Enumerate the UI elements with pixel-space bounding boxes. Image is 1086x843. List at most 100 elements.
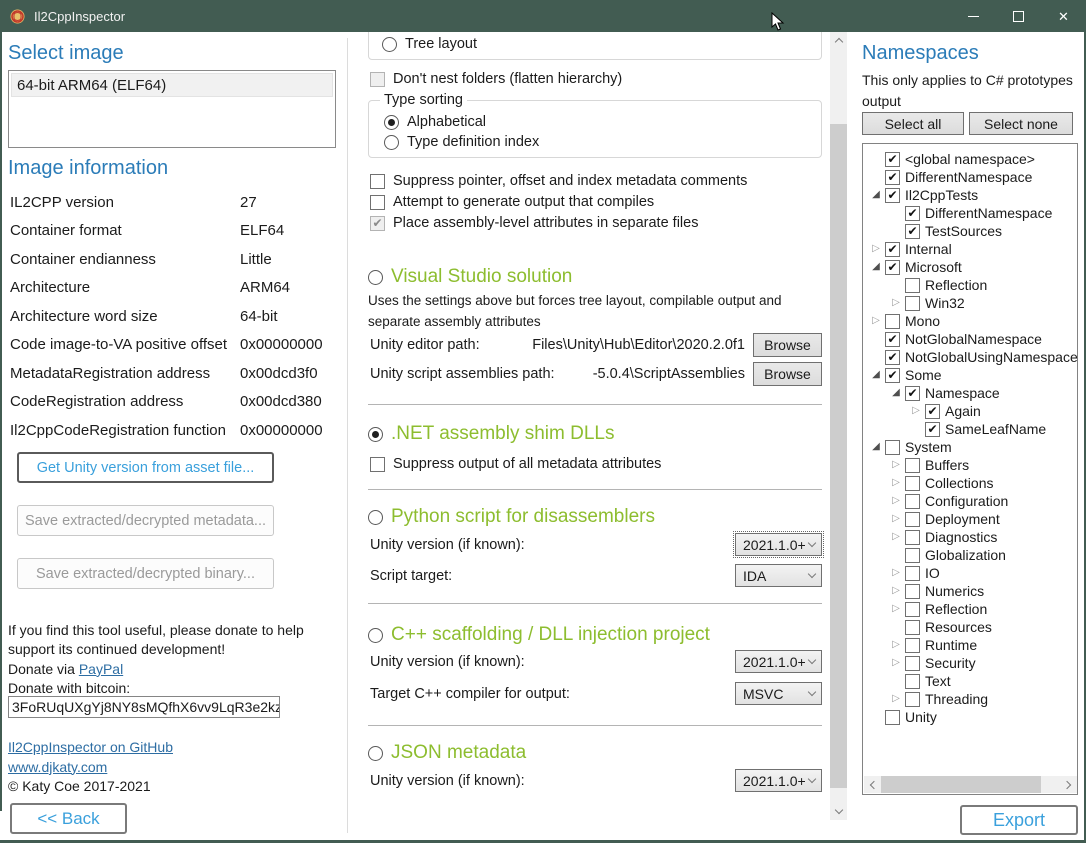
scroll-down-button[interactable] [830, 803, 847, 820]
expander-collapsed-icon[interactable]: ▷ [887, 298, 905, 308]
tree-item[interactable]: ▷Security [863, 654, 1077, 672]
suppress-comments-option[interactable]: Suppress pointer, offset and index metad… [370, 173, 747, 189]
tree-checkbox[interactable] [905, 566, 920, 581]
tree-item[interactable]: ◢✔Il2CppTests [863, 186, 1077, 204]
close-button[interactable]: ✕ [1041, 0, 1086, 32]
tree-checkbox[interactable] [905, 620, 920, 635]
scrollbar-thumb[interactable] [881, 776, 1041, 793]
tree-item[interactable]: Unity [863, 708, 1077, 726]
browse-assemblies-path-button[interactable]: Browse [753, 362, 822, 386]
tree-checkbox[interactable]: ✔ [925, 422, 940, 437]
paypal-link[interactable]: PayPal [79, 661, 123, 677]
dotnet-option[interactable]: .NET assembly shim DLLs [368, 423, 615, 445]
minimize-button[interactable] [951, 0, 996, 32]
tree-item[interactable]: ✔DifferentNamespace [863, 204, 1077, 222]
middle-scrollbar[interactable] [830, 32, 847, 820]
tree-item[interactable]: ▷Reflection [863, 600, 1077, 618]
expander-collapsed-icon[interactable]: ▷ [887, 496, 905, 506]
tree-item[interactable]: ▷Buffers [863, 456, 1077, 474]
json-radio[interactable] [368, 746, 383, 761]
expander-collapsed-icon[interactable]: ▷ [887, 694, 905, 704]
github-link[interactable]: Il2CppInspector on GitHub [8, 739, 173, 755]
tree-item[interactable]: ▷Win32 [863, 294, 1077, 312]
tree-item[interactable]: ▷Collections [863, 474, 1077, 492]
bitcoin-address-input[interactable]: 3FoRUqUXgYj8NY8sMQfhX6vv9LqR3e2kzz [8, 696, 280, 718]
tree-layout-radio[interactable] [382, 37, 397, 52]
select-all-button[interactable]: Select all [862, 112, 964, 135]
tree-checkbox[interactable] [905, 476, 920, 491]
website-link[interactable]: www.djkaty.com [8, 759, 107, 775]
maximize-button[interactable] [996, 0, 1041, 32]
tree-item[interactable]: ✔SameLeafName [863, 420, 1077, 438]
tree-checkbox[interactable] [905, 530, 920, 545]
tree-item[interactable]: ✔<global namespace> [863, 150, 1077, 168]
tree-item[interactable]: ✔TestSources [863, 222, 1077, 240]
tree-checkbox[interactable] [905, 494, 920, 509]
scrollbar-thumb[interactable] [830, 124, 847, 788]
tree-item[interactable]: ▷Runtime [863, 636, 1077, 654]
tree-item[interactable]: ▷Diagnostics [863, 528, 1077, 546]
tree-checkbox[interactable]: ✔ [885, 170, 900, 185]
expander-collapsed-icon[interactable]: ▷ [887, 460, 905, 470]
tree-item[interactable]: ▷IO [863, 564, 1077, 582]
tree-checkbox[interactable] [905, 602, 920, 617]
sort-typedef-radio[interactable] [384, 135, 399, 150]
browse-editor-path-button[interactable]: Browse [753, 333, 822, 357]
expander-expanded-icon[interactable]: ◢ [867, 370, 885, 380]
expander-collapsed-icon[interactable]: ▷ [867, 316, 885, 326]
unity-editor-path-value[interactable]: Files\Unity\Hub\Editor\2020.2.0f1 [488, 337, 745, 353]
tree-item[interactable]: ▷Threading [863, 690, 1077, 708]
expander-collapsed-icon[interactable]: ▷ [887, 532, 905, 542]
scroll-up-button[interactable] [830, 32, 847, 49]
cpp-unity-version-select[interactable]: 2021.1.0+ [735, 650, 822, 673]
sort-alphabetical-radio[interactable] [384, 115, 399, 130]
compiles-checkbox[interactable] [370, 195, 385, 210]
tree-checkbox[interactable] [905, 278, 920, 293]
compiles-option[interactable]: Attempt to generate output that compiles [370, 194, 654, 210]
tree-item[interactable]: ▷Numerics [863, 582, 1077, 600]
expander-collapsed-icon[interactable]: ▷ [887, 604, 905, 614]
python-unity-version-select[interactable]: 2021.1.0+ [735, 533, 822, 556]
tree-item[interactable]: Text [863, 672, 1077, 690]
expander-collapsed-icon[interactable]: ▷ [887, 568, 905, 578]
sort-typedef-option[interactable]: Type definition index [384, 134, 539, 150]
get-unity-version-button[interactable]: Get Unity version from asset file... [17, 452, 274, 483]
tree-item[interactable]: ▷Mono [863, 312, 1077, 330]
tree-checkbox[interactable]: ✔ [885, 152, 900, 167]
expander-collapsed-icon[interactable]: ▷ [887, 658, 905, 668]
tree-checkbox[interactable] [905, 458, 920, 473]
tree-checkbox[interactable] [905, 692, 920, 707]
expander-collapsed-icon[interactable]: ▷ [887, 478, 905, 488]
cpp-option[interactable]: C++ scaffolding / DLL injection project [368, 624, 710, 646]
tree-item[interactable]: ▷Configuration [863, 492, 1077, 510]
tree-checkbox[interactable] [905, 656, 920, 671]
expander-collapsed-icon[interactable]: ▷ [887, 640, 905, 650]
suppress-attributes-checkbox[interactable] [370, 457, 385, 472]
tree-item[interactable]: ✔DifferentNamespace [863, 168, 1077, 186]
tree-checkbox[interactable]: ✔ [885, 242, 900, 257]
python-option[interactable]: Python script for disassemblers [368, 506, 655, 528]
scroll-left-button[interactable] [864, 776, 881, 793]
tree-checkbox[interactable] [905, 584, 920, 599]
cpp-compiler-select[interactable]: MSVC [735, 682, 822, 705]
image-list-item[interactable]: 64-bit ARM64 (ELF64) [11, 73, 333, 97]
python-script-target-select[interactable]: IDA [735, 564, 822, 587]
suppress-attributes-option[interactable]: Suppress output of all metadata attribut… [370, 456, 661, 472]
tree-layout-option[interactable]: Tree layout [382, 36, 477, 52]
tree-checkbox[interactable] [885, 314, 900, 329]
expander-expanded-icon[interactable]: ◢ [867, 190, 885, 200]
tree-item[interactable]: Globalization [863, 546, 1077, 564]
expander-collapsed-icon[interactable]: ▷ [907, 406, 925, 416]
export-button[interactable]: Export [960, 805, 1078, 835]
tree-item[interactable]: ✔NotGlobalUsingNamespace [863, 348, 1077, 366]
tree-checkbox[interactable]: ✔ [925, 404, 940, 419]
expander-expanded-icon[interactable]: ◢ [887, 388, 905, 398]
visual-studio-option[interactable]: Visual Studio solution [368, 266, 572, 288]
tree-item[interactable]: ▷Deployment [863, 510, 1077, 528]
expander-expanded-icon[interactable]: ◢ [867, 442, 885, 452]
select-none-button[interactable]: Select none [969, 112, 1073, 135]
tree-checkbox[interactable]: ✔ [885, 188, 900, 203]
json-unity-version-select[interactable]: 2021.1.0+ [735, 769, 822, 792]
expander-collapsed-icon[interactable]: ▷ [887, 514, 905, 524]
expander-expanded-icon[interactable]: ◢ [867, 262, 885, 272]
